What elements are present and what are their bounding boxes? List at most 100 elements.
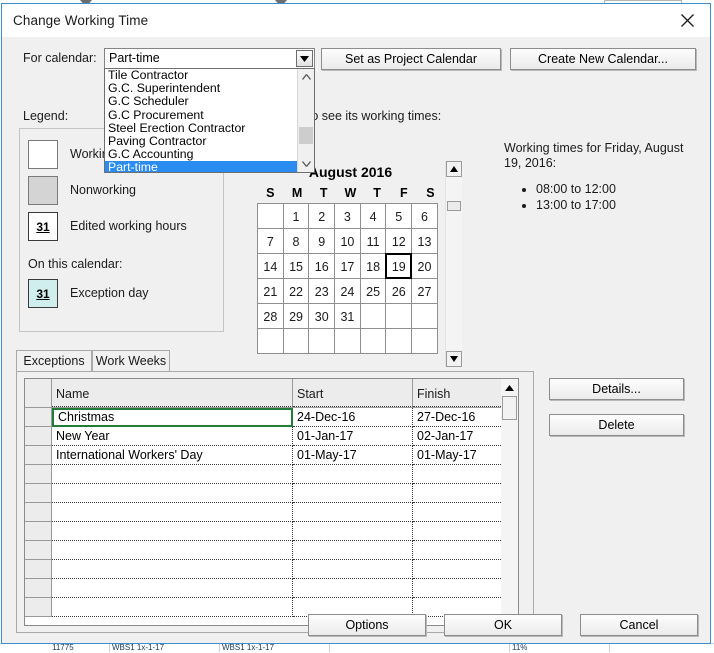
dropdown-option[interactable]: Part-time (105, 161, 298, 172)
table-row-header[interactable] (25, 598, 52, 617)
tab-exceptions[interactable]: Exceptions (16, 350, 92, 371)
dropdown-option[interactable]: Steel Erection Contractor (105, 121, 298, 135)
dropdown-option[interactable]: G.C Scheduler (105, 95, 298, 108)
table-cell-finish[interactable] (413, 560, 503, 579)
table-cell-finish[interactable] (413, 541, 503, 560)
table-scroll-thumb[interactable] (502, 396, 517, 420)
table-cell-finish[interactable] (413, 579, 503, 598)
close-icon[interactable] (665, 4, 710, 36)
calendar-day-cell[interactable]: 7 (257, 228, 284, 254)
table-row-header[interactable] (25, 503, 52, 522)
table-cell-name[interactable]: Christmas (52, 408, 293, 427)
calendar-day-cell[interactable]: 16 (308, 253, 336, 279)
table-row-header[interactable] (25, 522, 52, 541)
calendar-day-cell[interactable] (385, 303, 413, 329)
set-as-project-calendar-button[interactable]: Set as Project Calendar (321, 48, 501, 70)
table-row-header[interactable] (25, 408, 52, 427)
calendar-day-cell[interactable]: 3 (334, 203, 361, 229)
table-cell-start[interactable] (293, 522, 413, 541)
table-cell-finish[interactable]: 01-May-17 (413, 446, 503, 465)
dropdown-scroll-up-icon[interactable] (298, 69, 314, 85)
table-cell-finish[interactable]: 27-Dec-16 (413, 408, 503, 427)
table-cell-name[interactable] (52, 579, 293, 598)
calendar-grid[interactable]: SMTWTFS 1 2 3 4 5 6 7 8 9 10 11 12 13 14 15 16 17 18 19 20 2… (257, 184, 444, 354)
table-cell-name[interactable] (52, 465, 293, 484)
calendar-day-cell[interactable]: 14 (257, 253, 284, 279)
table-row-header[interactable] (25, 446, 52, 465)
calendar-day-cell[interactable]: 21 (257, 278, 284, 304)
calendar-day-cell[interactable]: 29 (282, 303, 310, 329)
calendar-day-cell[interactable]: 22 (282, 278, 310, 304)
table-row[interactable] (25, 560, 518, 579)
table-cell-finish[interactable] (413, 503, 503, 522)
calendar-day-cell[interactable]: 25 (359, 278, 387, 304)
cancel-button[interactable]: Cancel (580, 614, 698, 636)
calendar-scroll-down-icon[interactable] (446, 351, 462, 367)
table-scrollbar[interactable] (501, 379, 518, 625)
table-cell-start[interactable] (293, 560, 413, 579)
calendar-day-cell[interactable]: 13 (411, 228, 438, 254)
table-cell-name[interactable] (52, 484, 293, 503)
calendar-day-cell[interactable]: 24 (334, 278, 361, 304)
table-header-name[interactable]: Name (52, 379, 293, 407)
table-cell-start[interactable] (293, 541, 413, 560)
table-cell-name[interactable] (52, 560, 293, 579)
calendar-scroll-up-icon[interactable] (446, 161, 462, 177)
calendar-day-cell[interactable]: 9 (308, 228, 336, 254)
table-row-header[interactable] (25, 560, 52, 579)
calendar-day-cell[interactable] (257, 203, 284, 229)
calendar-day-cell[interactable] (257, 328, 284, 354)
table-row[interactable]: New Year 01-Jan-17 02-Jan-17 (25, 427, 518, 446)
calendar-day-cell[interactable]: 5 (385, 203, 413, 229)
calendar-select-dropdown[interactable]: Tile Contractor G.C. Superintendent G.C Sc… (104, 68, 315, 173)
calendar-day-cell[interactable]: 19 (385, 253, 413, 279)
calendar-day-cell[interactable]: 15 (282, 253, 310, 279)
exceptions-table[interactable]: Name Start Finish Christmas 24-Dec-16 27-D… (24, 378, 519, 626)
calendar-day-cell[interactable] (308, 328, 336, 354)
create-new-calendar-button[interactable]: Create New Calendar... (510, 48, 696, 70)
calendar-day-cell[interactable]: 30 (308, 303, 336, 329)
table-row[interactable] (25, 465, 518, 484)
dropdown-scroll-down-icon[interactable] (298, 156, 314, 172)
table-row[interactable]: Christmas 24-Dec-16 27-Dec-16 (25, 408, 518, 427)
calendar-day-cell[interactable]: 12 (385, 228, 413, 254)
table-cell-start[interactable] (293, 484, 413, 503)
calendar-day-cell[interactable]: 6 (411, 203, 438, 229)
table-cell-finish[interactable] (413, 522, 503, 541)
options-button[interactable]: Options (308, 614, 426, 636)
calendar-day-cell[interactable]: 11 (359, 228, 387, 254)
calendar-day-cell[interactable]: 17 (334, 253, 361, 279)
calendar-day-cell[interactable]: 8 (282, 228, 310, 254)
table-cell-start[interactable]: 24-Dec-16 (293, 408, 413, 427)
table-cell-finish[interactable]: 02-Jan-17 (413, 427, 503, 446)
dropdown-scroll-thumb[interactable] (299, 127, 313, 144)
calendar-select[interactable]: Part-time (104, 48, 315, 69)
calendar-day-cell[interactable]: 26 (385, 278, 413, 304)
table-cell-start[interactable]: 01-May-17 (293, 446, 413, 465)
table-row-header[interactable] (25, 484, 52, 503)
table-cell-name[interactable]: New Year (52, 427, 293, 446)
calendar-day-cell[interactable] (334, 328, 361, 354)
table-cell-start[interactable] (293, 503, 413, 522)
table-cell-name[interactable] (52, 598, 293, 617)
calendar-day-cell[interactable]: 31 (334, 303, 361, 329)
table-row-header[interactable] (25, 541, 52, 560)
chevron-down-icon[interactable] (296, 50, 313, 67)
calendar-day-cell[interactable] (411, 303, 438, 329)
table-cell-finish[interactable] (413, 484, 503, 503)
table-row[interactable] (25, 579, 518, 598)
ok-button[interactable]: OK (444, 614, 562, 636)
table-cell-name[interactable]: International Workers' Day (52, 446, 293, 465)
calendar-day-cell[interactable]: 1 (282, 203, 310, 229)
calendar-day-cell[interactable]: 28 (257, 303, 284, 329)
calendar-day-cell[interactable] (385, 328, 413, 354)
delete-button[interactable]: Delete (549, 414, 684, 436)
table-scroll-up-icon[interactable] (501, 379, 518, 396)
calendar-day-cell[interactable] (282, 328, 310, 354)
calendar-scrollbar[interactable] (445, 161, 462, 367)
table-header-start[interactable]: Start (293, 379, 413, 407)
calendar-day-cell[interactable] (411, 328, 438, 354)
table-cell-start[interactable] (293, 579, 413, 598)
table-row-header[interactable] (25, 579, 52, 598)
tab-work-weeks[interactable]: Work Weeks (92, 350, 170, 371)
